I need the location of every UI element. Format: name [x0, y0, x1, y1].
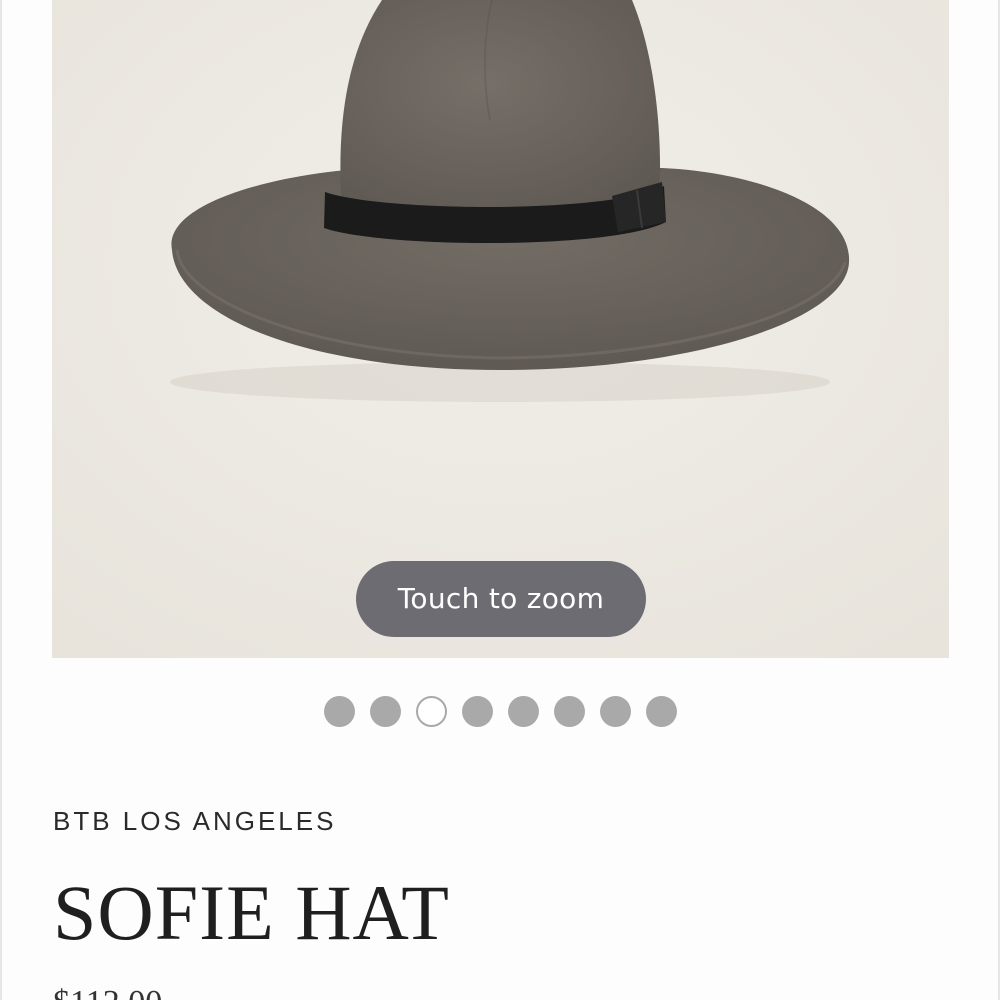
pagination-dot[interactable] — [599, 696, 631, 727]
product-photo[interactable] — [52, 0, 949, 658]
product-price: $112.00 — [53, 983, 162, 1000]
pagination-dot[interactable] — [507, 696, 539, 727]
pagination-dot[interactable] — [323, 696, 355, 727]
pagination-dot[interactable] — [645, 696, 677, 727]
left-edge-divider — [0, 0, 2, 1000]
product-brand[interactable]: BTB LOS ANGELES — [53, 806, 336, 837]
touch-to-zoom-button[interactable]: Touch to zoom — [356, 561, 646, 637]
product-image-gallery[interactable]: Touch to zoom — [52, 0, 949, 658]
pagination-dot[interactable] — [553, 696, 585, 727]
gallery-pagination-dots — [0, 696, 1000, 728]
pagination-dot-active[interactable] — [415, 696, 447, 727]
product-title: SOFIE HAT — [53, 869, 450, 956]
pagination-dot[interactable] — [461, 696, 493, 727]
pagination-dot[interactable] — [369, 696, 401, 727]
product-page: Touch to zoom BTB LOS ANGELES SOFIE HAT … — [0, 0, 1000, 1000]
